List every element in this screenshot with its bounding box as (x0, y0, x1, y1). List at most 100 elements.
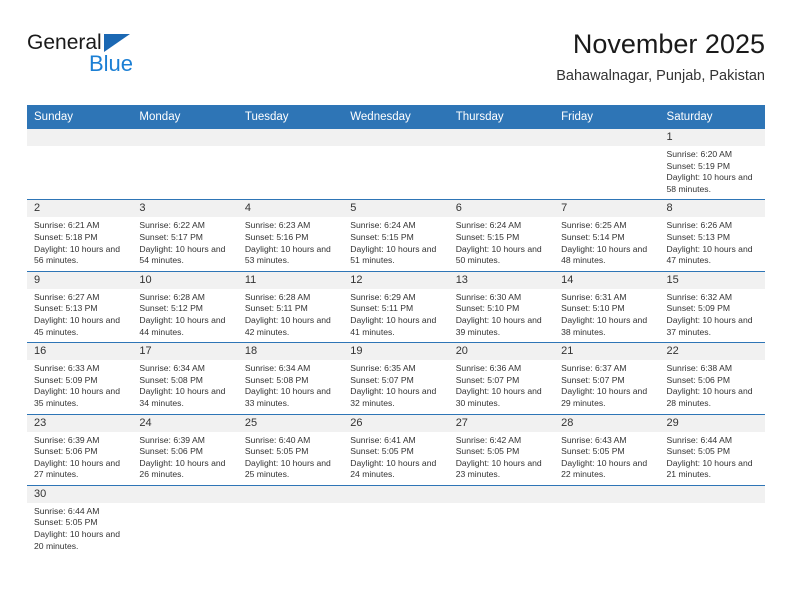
day-number (132, 485, 238, 503)
calendar-day-cell[interactable]: 19 Sunrise: 6:35 AM Sunset: 5:07 PM Dayligh… (343, 342, 449, 414)
sunset-text: Sunset: 5:05 PM (34, 517, 98, 528)
calendar-day-cell[interactable]: 27 Sunrise: 6:42 AM Sunset: 5:05 PM Dayligh… (448, 413, 555, 486)
day-number (448, 129, 555, 146)
sunrise-text: Sunrise: 6:33 AM (34, 363, 100, 374)
day-number: 13 (448, 271, 555, 289)
calendar-day-cell[interactable]: 24 Sunrise: 6:39 AM Sunset: 5:06 PM Dayligh… (132, 413, 238, 486)
calendar-day-cell[interactable]: 25 Sunrise: 6:40 AM Sunset: 5:05 PM Dayligh… (237, 413, 344, 486)
weekday-header-saturday: Saturday (659, 105, 765, 129)
page-title: November 2025 (572, 29, 765, 59)
day-cell-inner: 8 Sunrise: 6:26 AM Sunset: 5:13 PM Daylight… (659, 200, 765, 270)
day-number: 8 (659, 200, 765, 218)
calendar-day-cell[interactable]: 7 Sunrise: 6:25 AM Sunset: 5:14 PM Daylight… (554, 199, 660, 272)
daylight-text: Daylight: 10 hours and 28 minutes. (666, 386, 753, 408)
calendar-day-cell[interactable]: 18 Sunrise: 6:34 AM Sunset: 5:08 PM Dayligh… (237, 342, 344, 414)
calendar-day-cell[interactable]: 4 Sunrise: 6:23 AM Sunset: 5:16 PM Daylight… (237, 199, 344, 272)
day-details: Sunrise: 6:33 AM Sunset: 5:09 PM Daylight:… (27, 360, 132, 413)
sunrise-text: Sunrise: 6:28 AM (244, 291, 311, 302)
calendar-day-cell[interactable]: 28 Sunrise: 6:43 AM Sunset: 5:05 PM Dayligh… (554, 413, 660, 486)
sunset-text: Sunset: 5:05 PM (666, 446, 731, 457)
calendar-day-cell[interactable]: 8 Sunrise: 6:26 AM Sunset: 5:13 PM Daylight… (659, 199, 765, 272)
daylight-text: Daylight: 10 hours and 24 minutes. (350, 457, 437, 480)
calendar-week-row: 1 Sunrise: 6:20 AM Sunset: 5:19 PM Daylight… (27, 129, 765, 200)
calendar-day-cell[interactable]: 5 Sunrise: 6:24 AM Sunset: 5:15 PM Daylight… (343, 199, 449, 272)
calendar-day-cell[interactable]: 11 Sunrise: 6:28 AM Sunset: 5:11 PM Dayligh… (237, 270, 344, 343)
sunrise-text: Sunrise: 6:37 AM (561, 363, 627, 374)
day-details: Sunrise: 6:43 AM Sunset: 5:05 PM Daylight:… (554, 432, 659, 485)
page-header: General Blue November 2025 Bahawalnagar,… (27, 28, 765, 98)
day-number: 16 (27, 343, 133, 361)
calendar-day-cell[interactable]: 6 Sunrise: 6:24 AM Sunset: 5:15 PM Daylight… (448, 199, 555, 272)
calendar-week-row: 16 Sunrise: 6:33 AM Sunset: 5:09 PM Dayligh… (27, 342, 765, 414)
sunset-text: Sunset: 5:06 PM (34, 446, 98, 457)
calendar-day-cell-empty (554, 129, 660, 200)
calendar-day-cell[interactable]: 16 Sunrise: 6:33 AM Sunset: 5:09 PM Dayligh… (27, 342, 133, 414)
day-number (343, 129, 449, 146)
brand-logo[interactable]: General Blue (27, 32, 207, 88)
calendar-day-cell[interactable]: 1 Sunrise: 6:20 AM Sunset: 5:19 PM Daylight… (659, 129, 765, 200)
calendar-day-cell[interactable]: 14 Sunrise: 6:31 AM Sunset: 5:10 PM Dayligh… (554, 270, 660, 343)
calendar-body: 1 Sunrise: 6:20 AM Sunset: 5:19 PM Daylight… (27, 129, 765, 557)
sunrise-text: Sunrise: 6:38 AM (666, 363, 732, 374)
daylight-text: Daylight: 10 hours and 42 minutes. (244, 314, 331, 337)
day-cell-inner (343, 485, 449, 556)
calendar-day-cell[interactable]: 21 Sunrise: 6:37 AM Sunset: 5:07 PM Dayligh… (554, 342, 660, 414)
sunset-text: Sunset: 5:09 PM (666, 303, 731, 314)
weekday-header-sunday: Sunday (27, 105, 133, 129)
calendar-day-cell-empty (132, 484, 238, 557)
calendar-day-cell[interactable]: 12 Sunrise: 6:29 AM Sunset: 5:11 PM Dayligh… (343, 270, 449, 343)
sunrise-text: Sunrise: 6:29 AM (350, 291, 416, 302)
day-cell-inner: 6 Sunrise: 6:24 AM Sunset: 5:15 PM Daylight… (448, 200, 555, 270)
weekday-header-row: Sunday Monday Tuesday Wednesday Thursday Frid… (27, 105, 765, 129)
day-details: Sunrise: 6:25 AM Sunset: 5:14 PM Daylight:… (554, 217, 659, 270)
calendar-day-cell[interactable]: 17 Sunrise: 6:34 AM Sunset: 5:08 PM Dayligh… (132, 342, 238, 414)
day-cell-inner: 15 Sunrise: 6:32 AM Sunset: 5:09 PM Dayligh… (659, 271, 765, 342)
day-cell-inner (237, 129, 344, 199)
calendar-day-cell-empty (659, 484, 765, 557)
calendar-day-cell[interactable]: 2 Sunrise: 6:21 AM Sunset: 5:18 PM Daylight… (27, 199, 133, 272)
day-cell-inner: 29 Sunrise: 6:44 AM Sunset: 5:05 PM Dayligh… (659, 414, 765, 485)
sunrise-text: Sunrise: 6:25 AM (561, 220, 627, 231)
calendar-day-cell[interactable]: 13 Sunrise: 6:30 AM Sunset: 5:10 PM Dayligh… (448, 270, 555, 343)
sunrise-text: Sunrise: 6:44 AM (666, 434, 732, 445)
calendar-day-cell[interactable]: 15 Sunrise: 6:32 AM Sunset: 5:09 PM Dayligh… (659, 270, 765, 343)
calendar-day-cell[interactable]: 29 Sunrise: 6:44 AM Sunset: 5:05 PM Dayligh… (659, 413, 765, 486)
calendar-day-cell[interactable]: 3 Sunrise: 6:22 AM Sunset: 5:17 PM Daylight… (132, 199, 238, 272)
daylight-text: Daylight: 10 hours and 32 minutes. (350, 386, 437, 408)
calendar-day-cell-empty (448, 129, 555, 200)
calendar-day-cell[interactable]: 20 Sunrise: 6:36 AM Sunset: 5:07 PM Dayligh… (448, 342, 555, 414)
day-number: 11 (237, 271, 344, 289)
daylight-text: Daylight: 10 hours and 44 minutes. (139, 314, 226, 337)
daylight-text: Daylight: 10 hours and 41 minutes. (350, 314, 437, 337)
sunrise-sunset-calendar: Sunday Monday Tuesday Wednesday Thursday Frid… (27, 105, 765, 557)
calendar-day-cell-empty (237, 129, 344, 200)
day-number (659, 485, 765, 503)
day-details: Sunrise: 6:27 AM Sunset: 5:13 PM Daylight:… (27, 289, 132, 342)
daylight-text: Daylight: 10 hours and 34 minutes. (139, 386, 226, 408)
calendar-day-cell[interactable]: 10 Sunrise: 6:28 AM Sunset: 5:12 PM Dayligh… (132, 270, 238, 343)
location-subtitle: Bahawalnagar, Punjab, Pakistan (556, 68, 765, 84)
day-number: 2 (27, 200, 133, 218)
day-cell-inner: 9 Sunrise: 6:27 AM Sunset: 5:13 PM Daylight… (27, 271, 133, 342)
daylight-text: Daylight: 10 hours and 23 minutes. (455, 457, 542, 480)
day-details: Sunrise: 6:26 AM Sunset: 5:13 PM Daylight:… (660, 217, 765, 270)
sunrise-text: Sunrise: 6:30 AM (455, 291, 522, 302)
calendar-week-row: 2 Sunrise: 6:21 AM Sunset: 5:18 PM Daylight… (27, 199, 765, 272)
daylight-text: Daylight: 10 hours and 26 minutes. (139, 457, 226, 480)
calendar-day-cell[interactable]: 22 Sunrise: 6:38 AM Sunset: 5:06 PM Dayligh… (659, 342, 765, 414)
day-number (237, 129, 344, 146)
day-number: 14 (554, 271, 660, 289)
calendar-day-cell[interactable]: 26 Sunrise: 6:41 AM Sunset: 5:05 PM Dayligh… (343, 413, 449, 486)
calendar-day-cell[interactable]: 23 Sunrise: 6:39 AM Sunset: 5:06 PM Dayligh… (27, 413, 133, 486)
calendar-day-cell-empty (343, 484, 449, 557)
sunset-text: Sunset: 5:07 PM (350, 374, 414, 385)
day-details: Sunrise: 6:24 AM Sunset: 5:15 PM Daylight:… (449, 217, 554, 270)
sunset-text: Sunset: 5:18 PM (34, 231, 98, 242)
sunset-text: Sunset: 5:05 PM (561, 446, 625, 457)
sunset-text: Sunset: 5:19 PM (666, 160, 731, 171)
calendar-day-cell[interactable]: 9 Sunrise: 6:27 AM Sunset: 5:13 PM Daylight… (27, 270, 133, 343)
sunrise-text: Sunrise: 6:21 AM (34, 220, 100, 231)
day-cell-inner: 11 Sunrise: 6:28 AM Sunset: 5:11 PM Dayligh… (237, 271, 344, 342)
calendar-day-cell[interactable]: 30 Sunrise: 6:44 AM Sunset: 5:05 PM Dayligh… (27, 484, 133, 557)
daylight-text: Daylight: 10 hours and 27 minutes. (34, 457, 120, 480)
